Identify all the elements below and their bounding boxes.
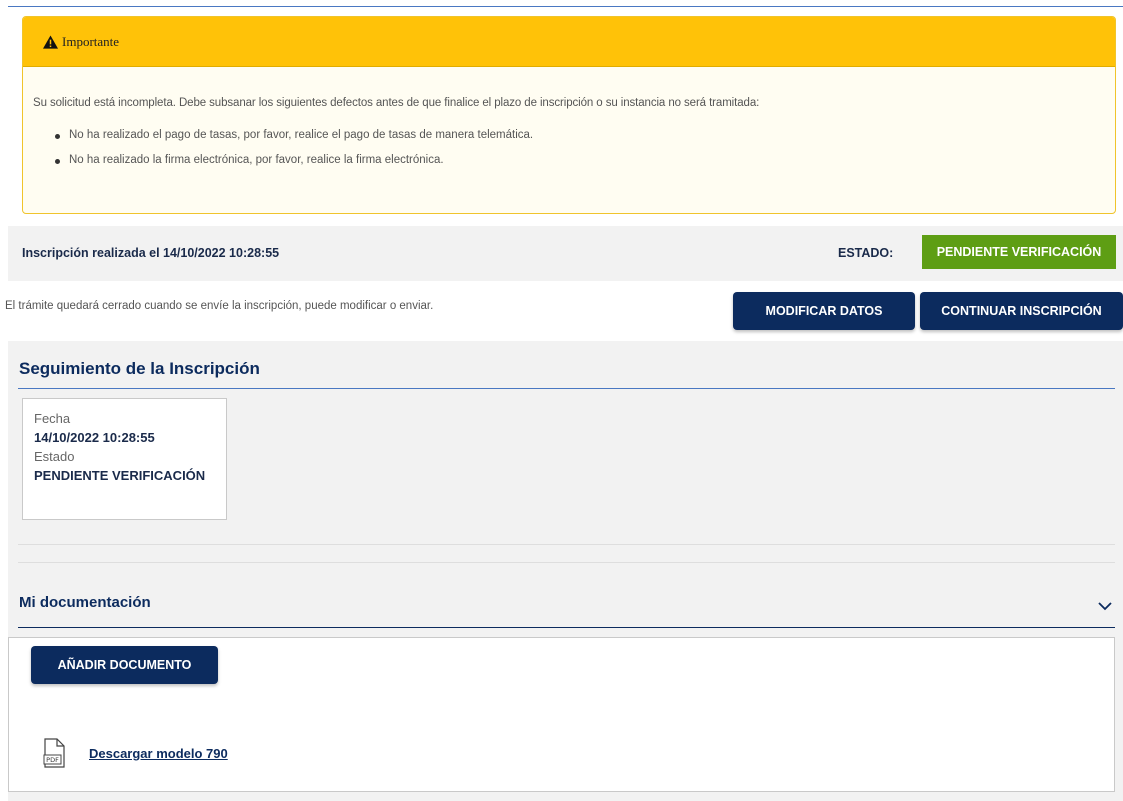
important-alert: Importante Su solicitud está incompleta.… [22,16,1116,214]
tracking-title: Seguimiento de la Inscripción [19,359,260,378]
alert-defect-item: No ha realizado el pago de tasas, por fa… [55,129,1115,141]
section-divider [18,544,1115,545]
section-divider [18,562,1115,563]
tracking-card: Fecha 14/10/2022 10:28:55 Estado PENDIEN… [22,398,227,520]
chevron-down-icon[interactable] [1098,601,1112,611]
status-label: ESTADO: [838,246,894,260]
alert-message: Su solicitud está incompleta. Debe subsa… [33,97,760,109]
status-badge: PENDIENTE VERIFICACIÓN [922,235,1116,269]
tracking-date-label: Fecha [34,411,71,426]
documentation-rule [18,627,1115,628]
tracking-rule [18,388,1115,389]
svg-text:PDF: PDF [46,756,59,764]
top-rule [8,6,1123,7]
alert-header: Importante [23,17,1115,67]
procedure-info-text: El trámite quedará cerrado cuando se env… [5,300,434,312]
alert-title: Importante [62,33,120,49]
documentation-box: AÑADIR DOCUMENTO PDF Descargar modelo 79… [8,637,1115,792]
pdf-file-icon[interactable]: PDF [43,738,65,768]
tracking-state-label: Estado [34,449,75,464]
continue-registration-button[interactable]: CONTINUAR INSCRIPCIÓN [920,292,1123,330]
warning-icon [43,34,58,49]
documentation-title: Mi documentación [19,594,151,611]
tracking-state-value: PENDIENTE VERIFICACIÓN [34,468,206,483]
modify-data-button[interactable]: MODIFICAR DATOS [733,292,915,330]
registration-panel: Seguimiento de la Inscripción Fecha 14/1… [8,341,1123,801]
add-document-button[interactable]: AÑADIR DOCUMENTO [31,646,218,684]
registration-date: Inscripción realizada el 14/10/2022 10:2… [22,246,280,260]
alert-defect-item: No ha realizado la firma electrónica, po… [55,154,1115,166]
download-model-790-link[interactable]: Descargar modelo 790 [89,746,228,761]
tracking-date-value: 14/10/2022 10:28:55 [34,430,155,445]
alert-defect-list: No ha realizado el pago de tasas, por fa… [33,129,1115,166]
alert-body: Su solicitud está incompleta. Debe subsa… [23,67,1115,166]
status-bar: Inscripción realizada el 14/10/2022 10:2… [8,226,1123,281]
